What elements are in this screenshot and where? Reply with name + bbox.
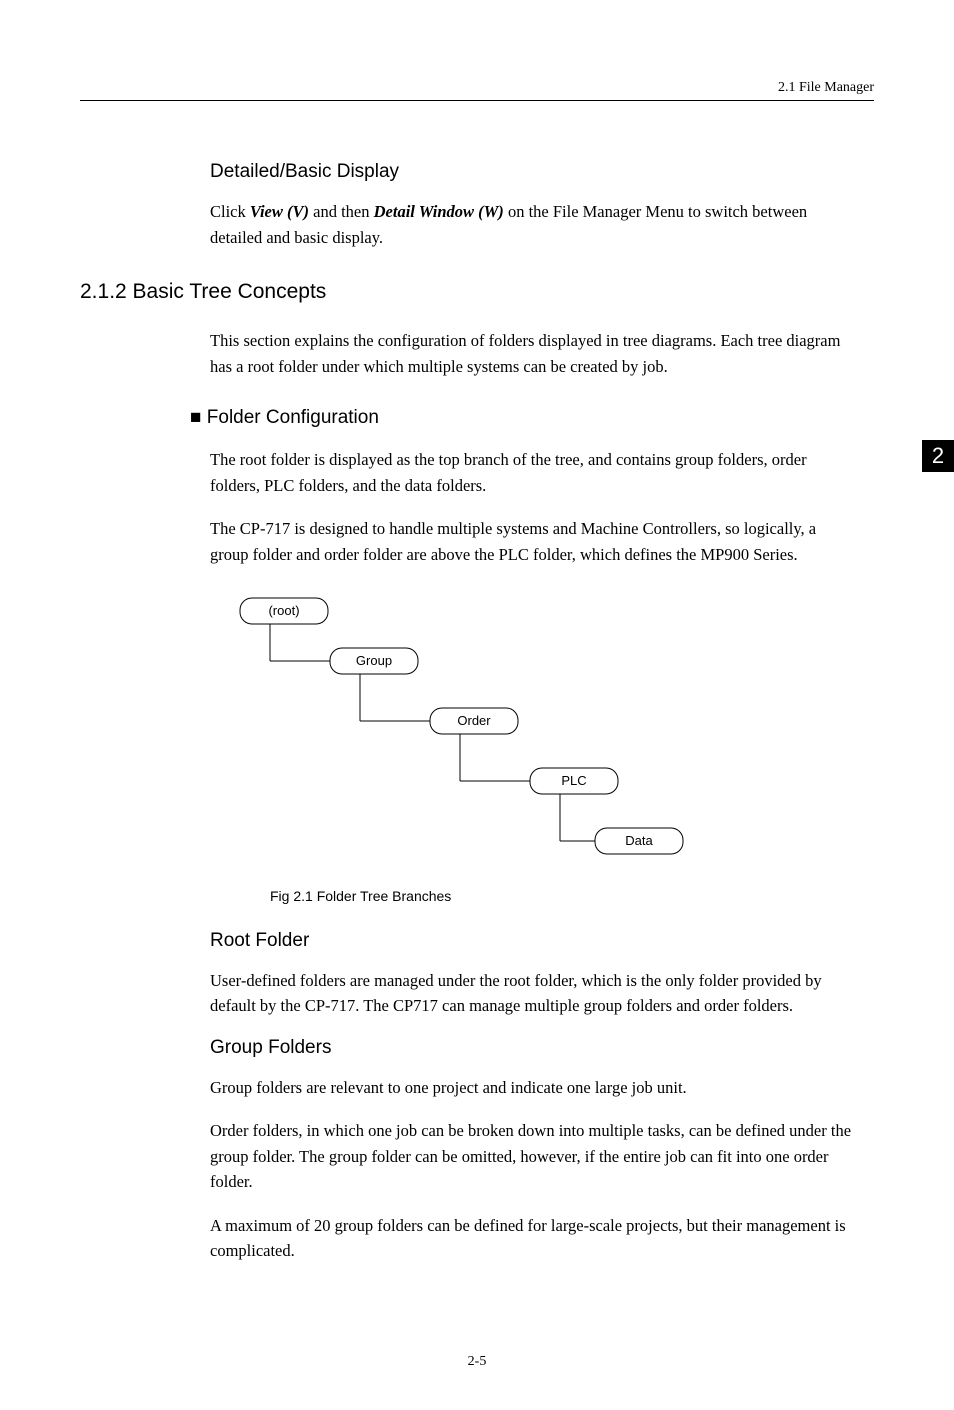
text-bold-view: View (V) <box>250 202 309 221</box>
node-order: Order <box>430 708 518 734</box>
heading-detailed-basic: Detailed/Basic Display <box>210 161 874 183</box>
heading-text: Folder Configuration <box>207 407 379 428</box>
node-data-label: Data <box>625 833 653 848</box>
heading-basic-tree: 2.1.2 Basic Tree Concepts <box>80 280 874 304</box>
folder-tree-diagram: (root) Group Order PLC <box>230 588 874 868</box>
node-plc: PLC <box>530 768 618 794</box>
para-folder-config-2: The CP-717 is designed to handle multipl… <box>210 516 854 567</box>
heading-folder-config: Folder Configuration <box>190 407 874 429</box>
node-root-label: (root) <box>268 603 299 618</box>
node-plc-label: PLC <box>561 773 586 788</box>
page-footer: 2-5 <box>80 1354 874 1370</box>
page-number: 2-5 <box>468 1354 487 1369</box>
text-fragment: and then <box>309 202 374 221</box>
figure-caption: Fig 2.1 Folder Tree Branches <box>270 888 874 904</box>
chapter-tab: 2 <box>922 440 954 472</box>
node-data: Data <box>595 828 683 854</box>
para-detailed-basic: Click View (V) and then Detail Window (W… <box>210 199 854 250</box>
node-group-label: Group <box>356 653 392 668</box>
heading-root-folder: Root Folder <box>210 930 874 952</box>
node-order-label: Order <box>457 713 491 728</box>
text-fragment: Click <box>210 202 250 221</box>
para-group-folders-2: Order folders, in which one job can be b… <box>210 1118 854 1195</box>
heading-group-folders: Group Folders <box>210 1037 874 1059</box>
para-root-folder: User-defined folders are managed under t… <box>210 968 854 1019</box>
para-folder-config-1: The root folder is displayed as the top … <box>210 447 854 498</box>
para-group-folders-1: Group folders are relevant to one projec… <box>210 1075 854 1101</box>
node-root: (root) <box>240 598 328 624</box>
chapter-number: 2 <box>932 443 944 468</box>
para-basic-tree: This section explains the configuration … <box>210 328 854 379</box>
para-group-folders-3: A maximum of 20 group folders can be def… <box>210 1213 854 1264</box>
diagram-svg: (root) Group Order PLC <box>230 588 750 868</box>
text-bold-detail: Detail Window (W) <box>374 202 504 221</box>
header-breadcrumb: 2.1 File Manager <box>778 80 874 95</box>
node-group: Group <box>330 648 418 674</box>
page-header: 2.1 File Manager <box>80 80 874 101</box>
